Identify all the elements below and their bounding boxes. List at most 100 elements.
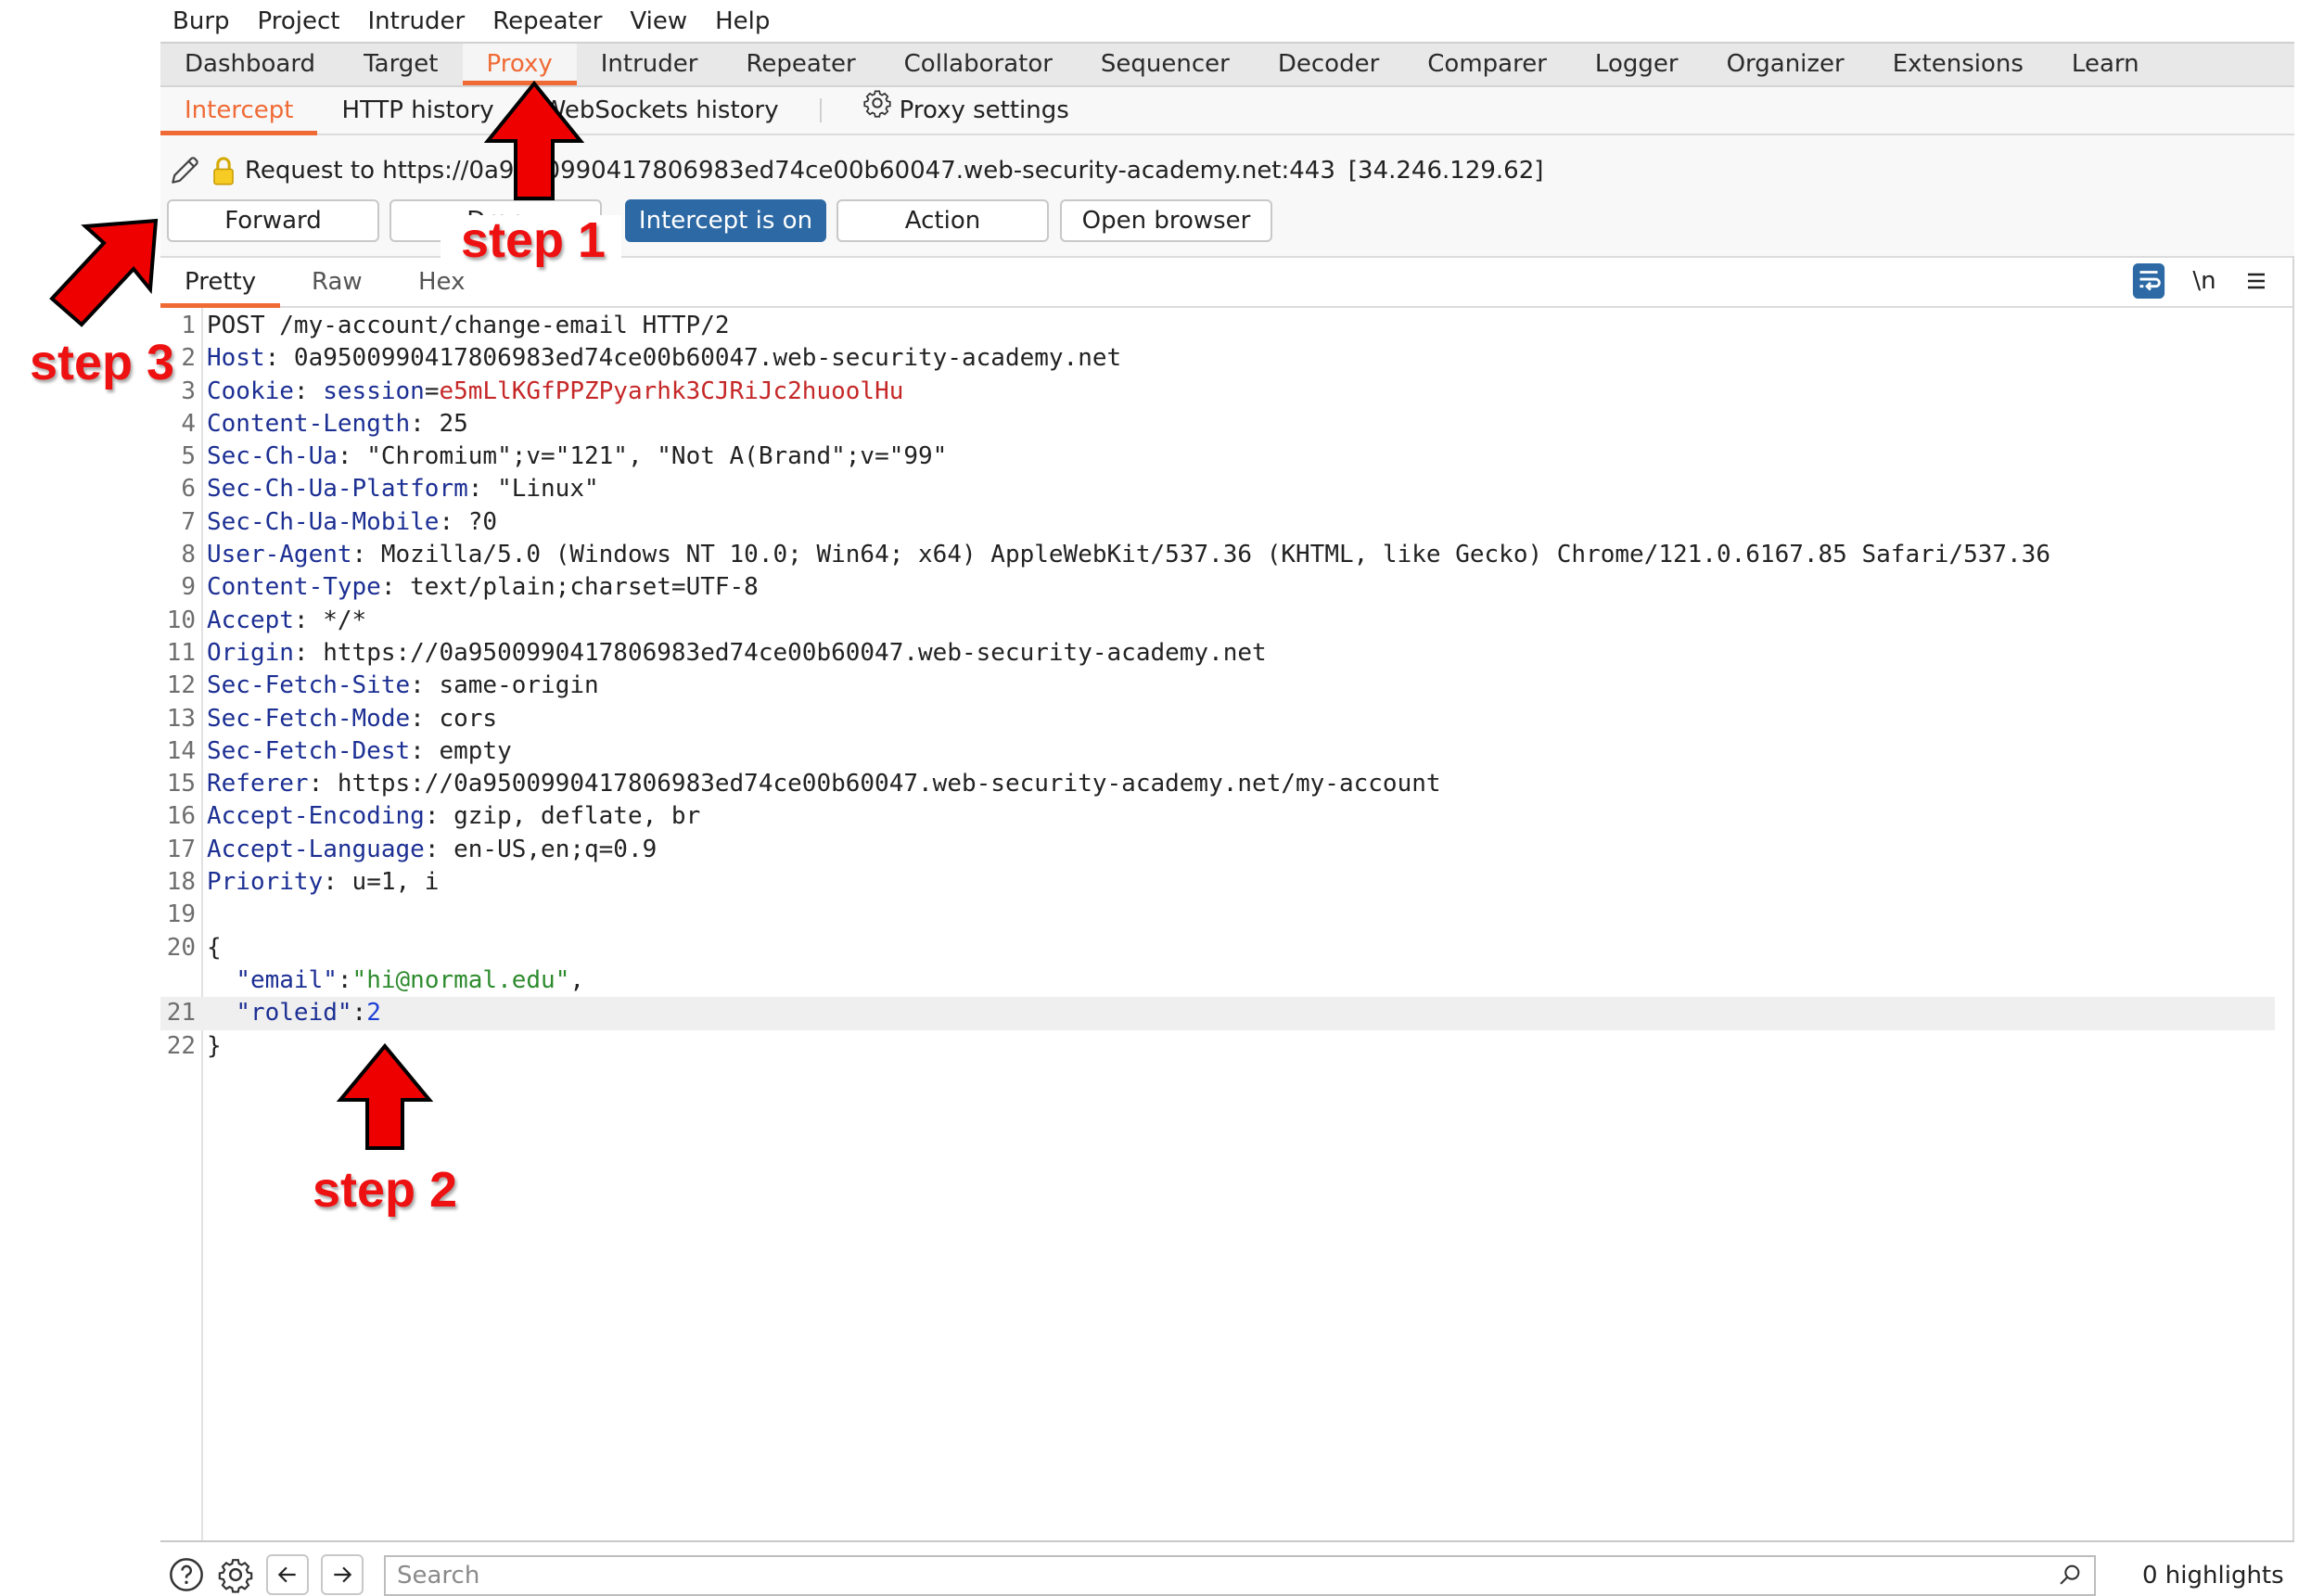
code-text: , <box>569 965 585 994</box>
proxy-sub-tab-bar: Intercept HTTP history WebSockets histor… <box>160 87 2294 135</box>
word-wrap-icon[interactable] <box>2131 262 2166 300</box>
step2-arrow-icon <box>336 1042 434 1150</box>
code-text: : https://0a9500990417806983ed74ce00b600… <box>308 770 1441 798</box>
code-line: 15 Referer: https://0a9500990417806983ed7… <box>160 768 2275 800</box>
line-number: 22 <box>166 1031 196 1060</box>
json-key: "roleid" <box>236 999 352 1028</box>
line-number: 19 <box>166 900 196 929</box>
line-number: 8 <box>181 541 196 569</box>
menu-icon[interactable] <box>2241 262 2272 300</box>
header-name: Sec-Fetch-Dest <box>207 736 411 765</box>
line-content: "roleid":2 <box>207 997 381 1029</box>
header-name: Priority <box>207 868 324 897</box>
divider <box>160 1540 2294 1542</box>
code-text: : https://0a9500990417806983ed74ce00b600… <box>293 638 1267 667</box>
line-number: 15 <box>166 770 196 798</box>
line-content: "email":"hi@normal.edu", <box>207 964 584 997</box>
line-content: Content-Type: text/plain;charset=UTF-8 <box>207 571 759 604</box>
code-text: : Mozilla/5.0 (Windows NT 10.0; Win64; x… <box>351 541 2050 569</box>
newline-toggle-icon[interactable]: \n <box>2189 262 2220 300</box>
step3-label: step 3 <box>30 335 175 390</box>
tab-extensions[interactable]: Extensions <box>1869 44 2048 85</box>
editor-tab-pretty[interactable]: Pretty <box>160 256 281 308</box>
code-line: "email":"hi@normal.edu", <box>160 964 2275 997</box>
code-text: POST /my-account/change-email HTTP/2 <box>207 312 730 339</box>
tab-target[interactable]: Target <box>339 44 462 85</box>
line-content: Sec-Ch-Ua-Platform: "Linux" <box>207 473 599 505</box>
tab-dashboard[interactable]: Dashboard <box>160 44 339 85</box>
code-text: : 25 <box>410 409 468 438</box>
header-name: Sec-Ch-Ua-Mobile <box>207 507 440 536</box>
code-line: 18 Priority: u=1, i <box>160 866 2275 899</box>
line-content: Origin: https://0a9500990417806983ed74ce… <box>207 637 1267 670</box>
header-name: Accept-Language <box>207 835 425 863</box>
tab-collaborator[interactable]: Collaborator <box>880 44 1077 85</box>
menu-view[interactable]: View <box>630 7 687 35</box>
intercept-toggle-button[interactable]: Intercept is on <box>625 199 826 242</box>
code-line: 17 Accept-Language: en-US,en;q=0.9 <box>160 834 2275 866</box>
previous-match-button[interactable] <box>266 1554 309 1595</box>
next-match-button[interactable] <box>321 1554 364 1595</box>
request-info: Request to https://0a9500990417806983ed7… <box>167 150 1543 191</box>
line-content: Sec-Ch-Ua: "Chromium";v="121", "Not A(Br… <box>207 440 947 473</box>
action-button[interactable]: Action <box>836 199 1049 242</box>
code-text: } <box>207 1031 222 1060</box>
line-content: Sec-Fetch-Site: same-origin <box>207 670 599 702</box>
menu-help[interactable]: Help <box>715 7 770 35</box>
search-input[interactable] <box>384 1555 2096 1596</box>
json-number: 2 <box>366 999 381 1028</box>
tab-comparer[interactable]: Comparer <box>1403 44 1571 85</box>
line-number: 16 <box>166 802 196 831</box>
json-key: "email" <box>236 965 338 994</box>
help-icon[interactable] <box>167 1554 206 1595</box>
forward-button[interactable]: Forward <box>167 199 379 242</box>
open-browser-button[interactable]: Open browser <box>1060 199 1272 242</box>
tab-learn[interactable]: Learn <box>2048 44 2164 85</box>
tab-intruder[interactable]: Intruder <box>577 44 722 85</box>
header-name: Origin <box>207 638 294 667</box>
header-name: Cookie <box>207 377 294 405</box>
menu-burp[interactable]: Burp <box>172 7 230 35</box>
header-name: Accept <box>207 606 294 634</box>
line-content: Referer: https://0a9500990417806983ed74c… <box>207 768 1441 800</box>
line-content: Sec-Ch-Ua-Mobile: ?0 <box>207 506 497 539</box>
tab-sequencer[interactable]: Sequencer <box>1077 44 1254 85</box>
menu-repeater[interactable]: Repeater <box>492 7 602 35</box>
code-line: 2 Host: 0a9500990417806983ed74ce00b60047.… <box>160 342 2275 375</box>
tab-organizer[interactable]: Organizer <box>1703 44 1869 85</box>
line-content: Accept: */* <box>207 605 366 637</box>
line-content: Cookie: session=e5mLlKGfPPZPyarhk3CJRiJc… <box>207 376 903 408</box>
code-text: : cors <box>410 704 498 733</box>
header-name: User-Agent <box>207 541 352 569</box>
code-text: : ?0 <box>439 507 498 536</box>
settings-gear-icon[interactable] <box>215 1554 256 1595</box>
line-number: 9 <box>181 573 196 602</box>
subtab-intercept[interactable]: Intercept <box>160 87 318 135</box>
tab-logger[interactable]: Logger <box>1571 44 1703 85</box>
proxy-settings-button[interactable]: Proxy settings <box>838 87 1093 134</box>
line-content: User-Agent: Mozilla/5.0 (Windows NT 10.0… <box>207 539 2050 571</box>
header-name: Sec-Ch-Ua <box>207 442 338 471</box>
proxy-settings-label: Proxy settings <box>899 96 1069 124</box>
gear-icon <box>862 87 892 134</box>
menu-project[interactable]: Project <box>258 7 340 35</box>
header-name: session <box>323 377 425 405</box>
header-name: Referer <box>207 770 309 798</box>
menu-intruder[interactable]: Intruder <box>367 7 465 35</box>
tab-repeater[interactable]: Repeater <box>721 44 879 85</box>
code-text: : "Linux" <box>467 475 599 504</box>
editor-tab-raw[interactable]: Raw <box>287 256 387 308</box>
header-name: Sec-Ch-Ua-Platform <box>207 475 468 504</box>
tab-decoder[interactable]: Decoder <box>1254 44 1403 85</box>
divider <box>819 98 822 122</box>
request-editor[interactable]: 1 POST /my-account/change-email HTTP/2 2 Ho… <box>160 310 2275 1063</box>
code-text: : same-origin <box>410 671 599 700</box>
pencil-icon[interactable] <box>167 153 202 188</box>
line-number: 7 <box>181 507 196 536</box>
arrow-left-icon <box>277 1566 296 1583</box>
search-icon[interactable] <box>2053 1554 2087 1595</box>
code-text: : <box>337 965 352 994</box>
menu-bar: Burp Project Intruder Repeater View Help <box>160 0 2294 42</box>
